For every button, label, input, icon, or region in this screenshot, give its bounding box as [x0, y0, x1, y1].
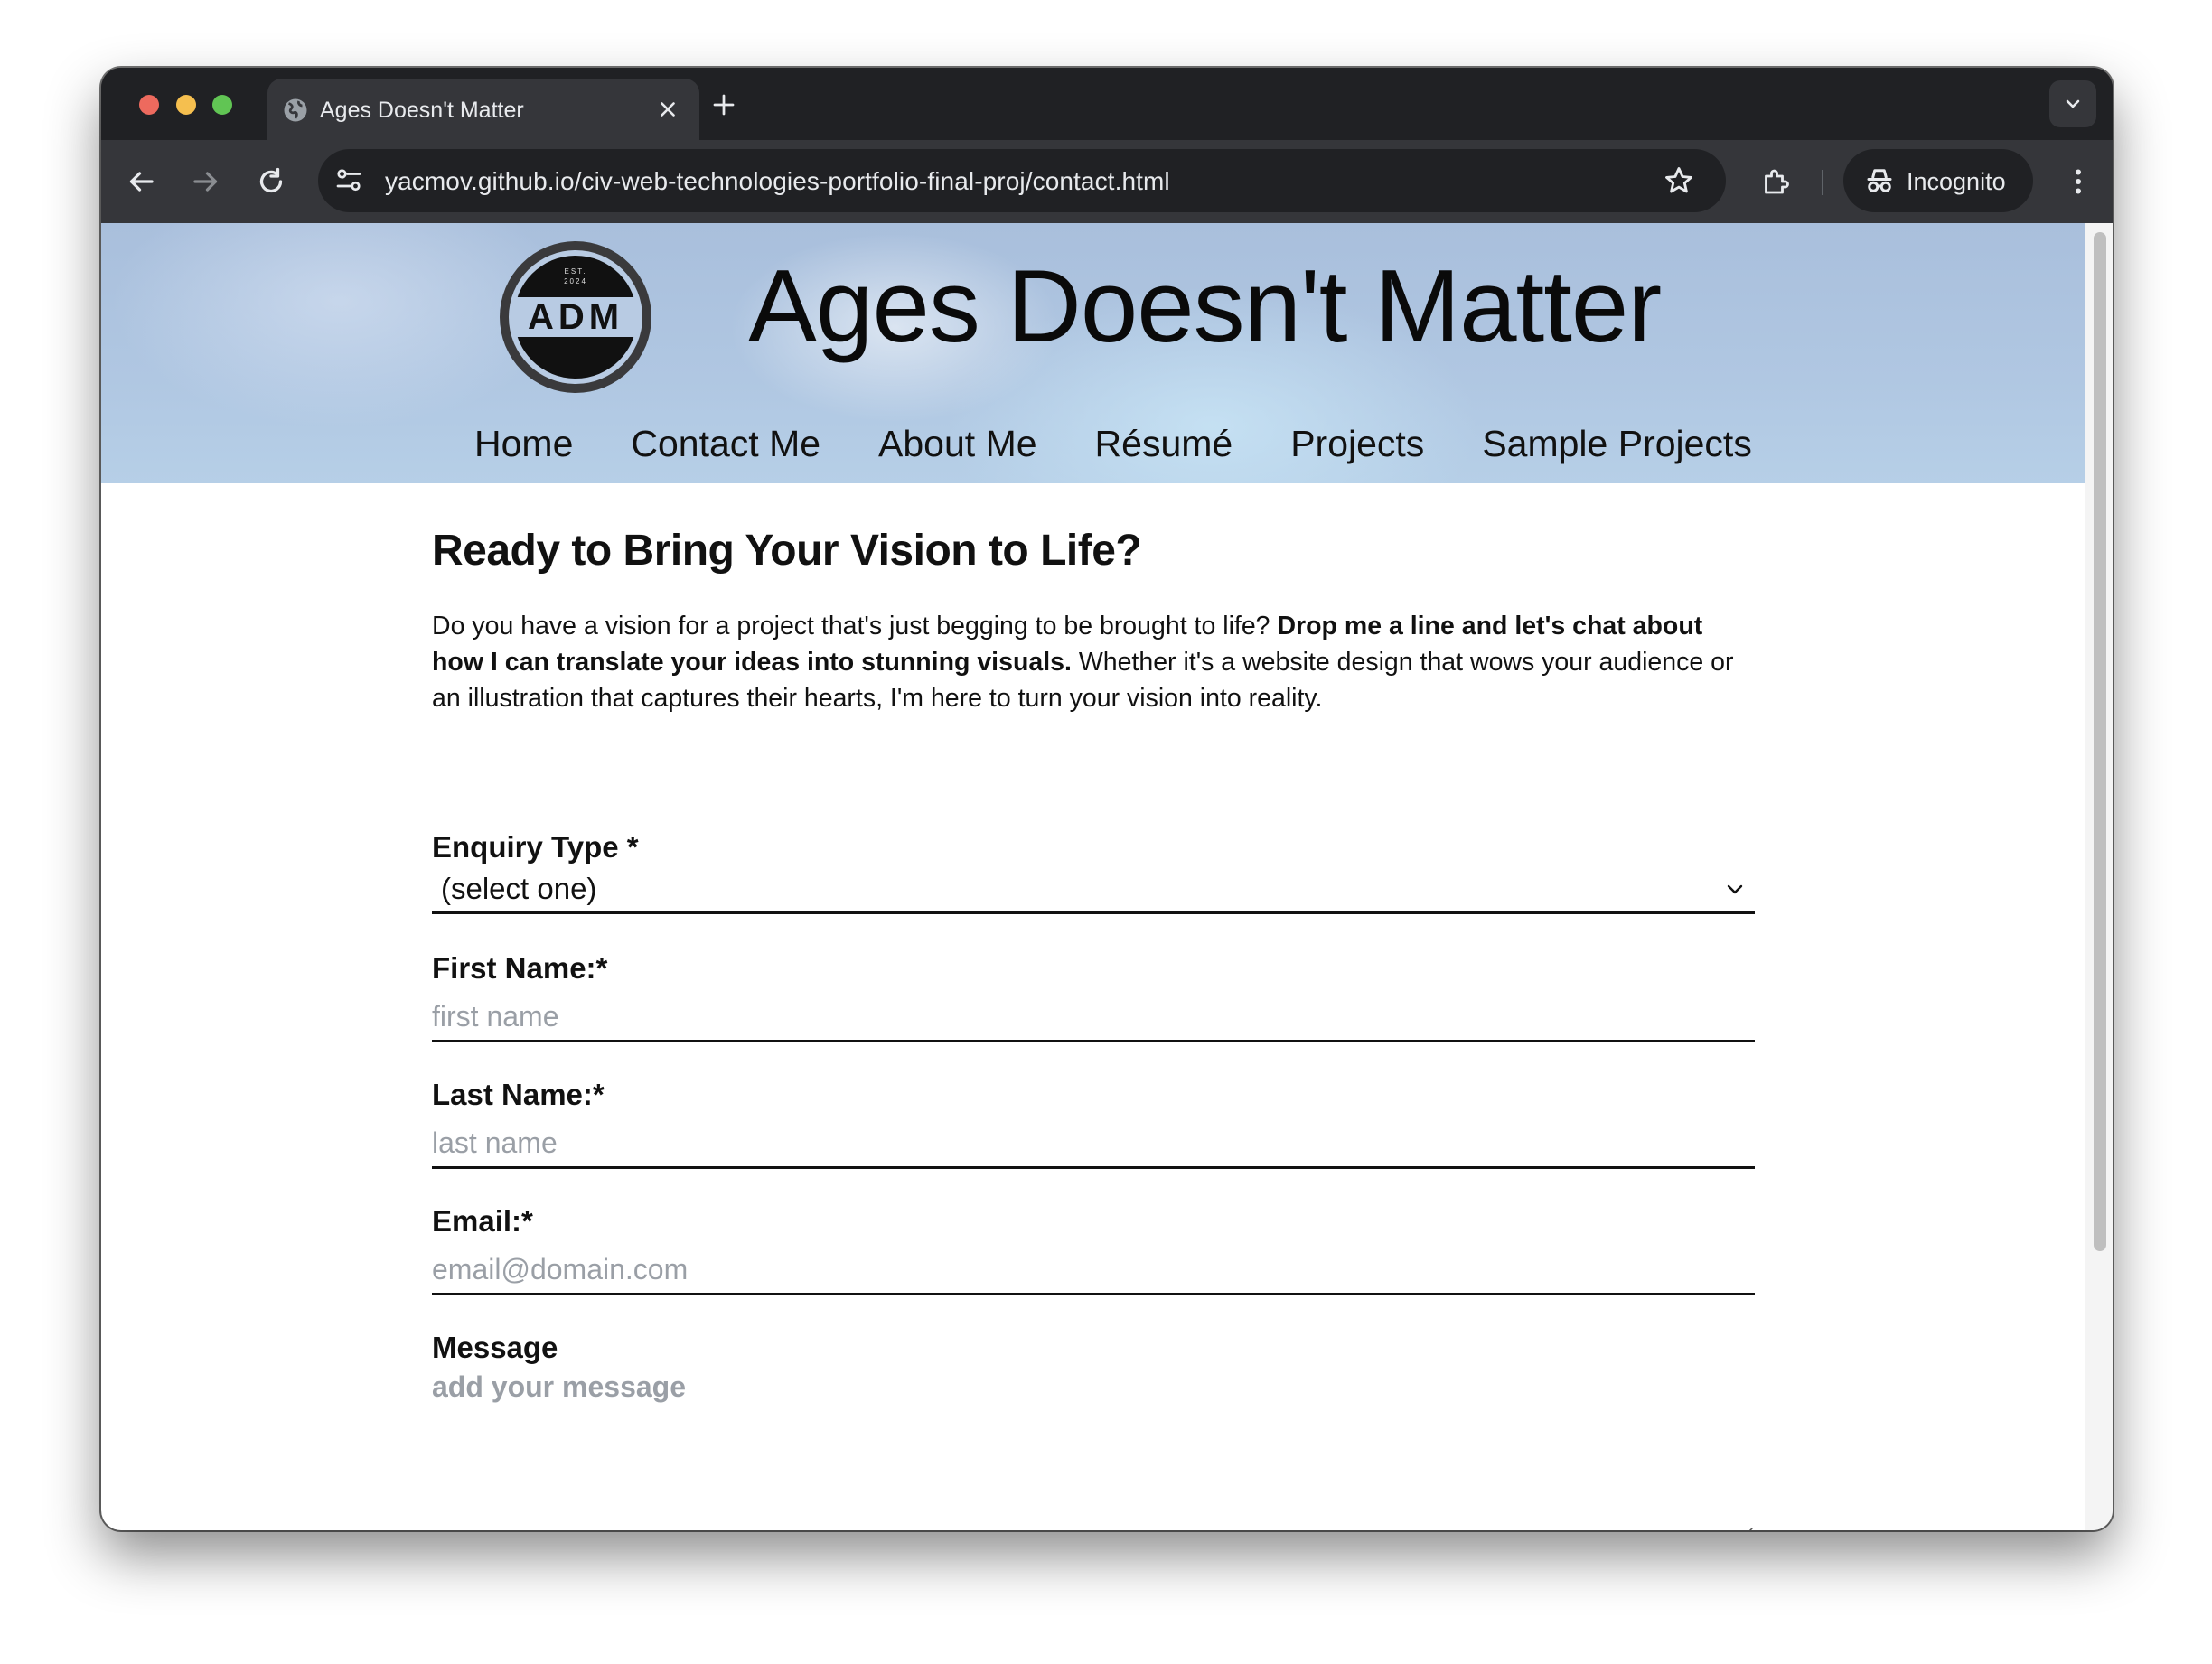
- page-viewport: EST. 2024 ADM Ages Doesn't Matter Home C…: [101, 223, 2113, 1530]
- plus-icon[interactable]: [710, 91, 737, 118]
- page-title: Ready to Bring Your Vision to Life?: [432, 527, 1142, 575]
- nav-home[interactable]: Home: [474, 418, 573, 469]
- url-text[interactable]: yacmov.github.io/civ-web-technologies-po…: [385, 167, 1170, 196]
- message-textarea[interactable]: [432, 1370, 1755, 1530]
- adm-logo[interactable]: EST. 2024 ADM: [496, 238, 655, 397]
- chevron-down-icon: [2066, 99, 2080, 108]
- page-scrollbar[interactable]: [2085, 223, 2113, 1530]
- nav-resume[interactable]: Résumé: [1095, 418, 1233, 469]
- incognito-label: Incognito: [1907, 168, 2006, 195]
- enquiry-type-select[interactable]: (select one): [432, 866, 1755, 914]
- last-name-label: Last Name:*: [432, 1078, 605, 1111]
- nav-about-me[interactable]: About Me: [878, 418, 1037, 469]
- first-name-label: First Name:*: [432, 951, 608, 985]
- site-header: EST. 2024 ADM Ages Doesn't Matter Home C…: [101, 223, 2085, 483]
- last-name-input[interactable]: [432, 1119, 1755, 1169]
- reload-icon[interactable]: [255, 165, 287, 198]
- logo-year: 2024: [564, 277, 587, 285]
- star-icon[interactable]: [1663, 164, 1695, 197]
- browser-window: Ages Doesn't Matter yacmov.github.io/civ…: [101, 68, 2113, 1530]
- toolbar-divider: [1822, 170, 1823, 195]
- email-input[interactable]: [432, 1246, 1755, 1295]
- site-title: Ages Doesn't Matter: [748, 249, 1662, 364]
- tab-title: Ages Doesn't Matter: [320, 98, 524, 123]
- forward-arrow-icon[interactable]: [190, 165, 222, 198]
- site-info-icon[interactable]: [333, 164, 365, 197]
- nav-projects[interactable]: Projects: [1290, 418, 1424, 469]
- logo-letters: ADM: [528, 297, 623, 337]
- resize-handle-icon[interactable]: [1739, 1524, 1753, 1530]
- message-label: Message: [432, 1331, 558, 1364]
- logo-est: EST.: [565, 267, 587, 276]
- chevron-down-icon: [1727, 884, 1743, 894]
- enquiry-type-value: (select one): [441, 872, 597, 905]
- more-vert-icon[interactable]: [2062, 165, 2095, 198]
- tab-strip: Ages Doesn't Matter: [101, 68, 2113, 140]
- extensions-icon[interactable]: [1759, 165, 1792, 198]
- maximize-window-button[interactable]: [212, 95, 232, 115]
- tab-search-button[interactable]: [2049, 80, 2096, 127]
- close-icon[interactable]: [656, 98, 680, 121]
- first-name-input[interactable]: [432, 993, 1755, 1042]
- main-nav: Home Contact Me About Me Résumé Projects…: [474, 418, 1752, 469]
- intro-text-1: Do you have a vision for a project that'…: [432, 612, 1278, 640]
- globe-icon: [284, 98, 307, 122]
- email-label: Email:*: [432, 1204, 533, 1238]
- browser-toolbar: yacmov.github.io/civ-web-technologies-po…: [101, 140, 2113, 223]
- address-bar[interactable]: yacmov.github.io/civ-web-technologies-po…: [318, 149, 1726, 212]
- intro-paragraph: Do you have a vision for a project that'…: [432, 608, 1755, 716]
- enquiry-type-label: Enquiry Type *: [432, 830, 639, 864]
- close-window-button[interactable]: [139, 95, 159, 115]
- nav-contact-me[interactable]: Contact Me: [631, 418, 820, 469]
- back-arrow-icon[interactable]: [125, 165, 157, 198]
- tab-active[interactable]: Ages Doesn't Matter: [267, 79, 699, 140]
- nav-sample-projects[interactable]: Sample Projects: [1482, 418, 1752, 469]
- incognito-profile-button[interactable]: Incognito: [1843, 149, 2033, 212]
- incognito-icon: [1867, 169, 1892, 192]
- minimize-window-button[interactable]: [176, 95, 196, 115]
- scrollbar-thumb[interactable]: [2094, 232, 2106, 1251]
